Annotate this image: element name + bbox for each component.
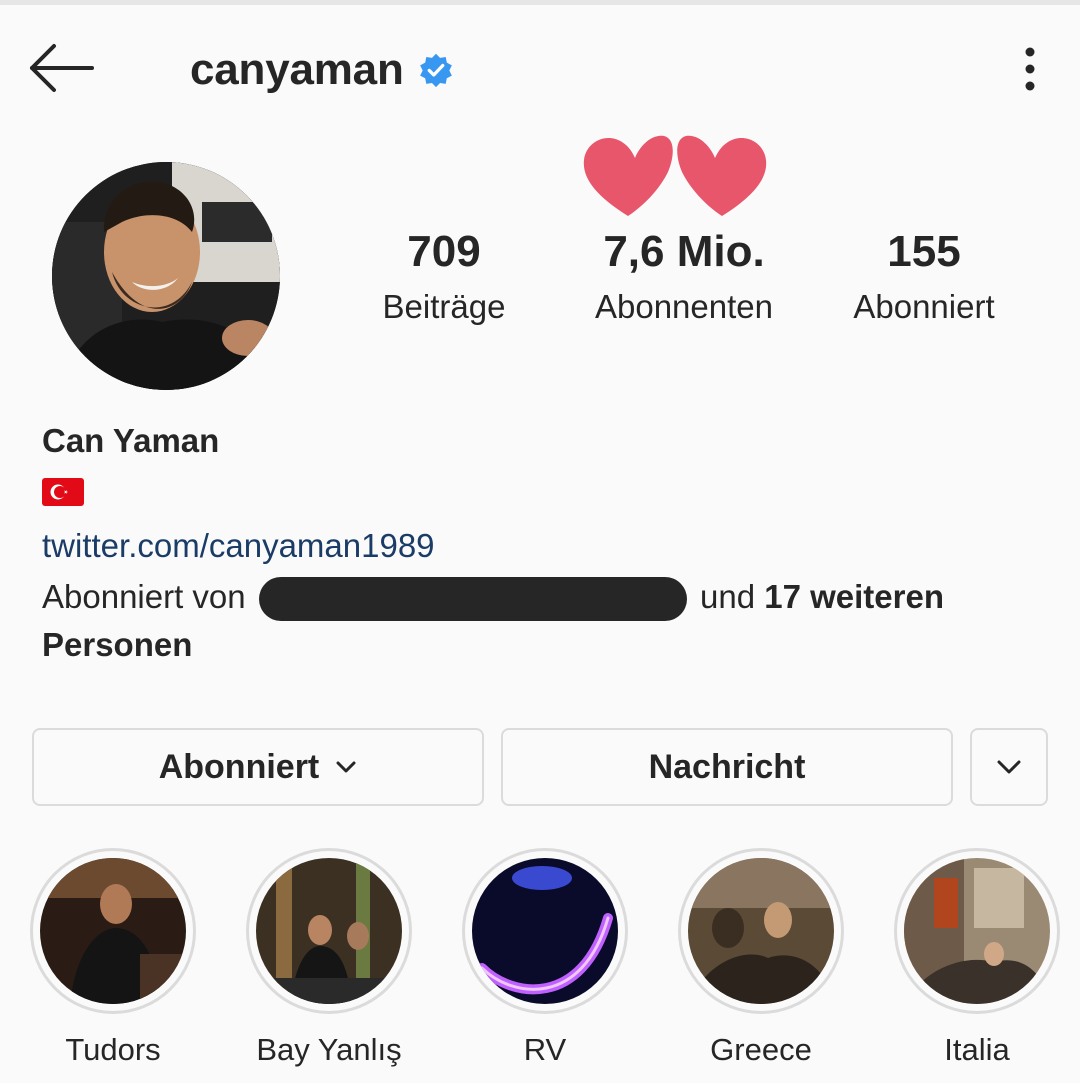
- bio-link[interactable]: twitter.com/canyaman1989: [42, 523, 1042, 569]
- highlight-label: Italia: [944, 1032, 1010, 1067]
- highlight-cover: [40, 858, 186, 1004]
- followed-by-prefix: Abonniert von: [42, 578, 246, 615]
- back-arrow-icon[interactable]: [24, 38, 100, 98]
- stat-posts-label: Beiträge: [382, 288, 506, 325]
- following-button-label: Abonniert: [158, 747, 320, 786]
- stat-following[interactable]: 155 Abonniert: [834, 222, 1014, 332]
- highlight-cover: [904, 858, 1050, 1004]
- followed-by-text[interactable]: Abonniert von und 17 weiteren Personen: [42, 573, 1032, 669]
- redacted-usernames: [258, 577, 687, 622]
- highlight-cover: [472, 858, 618, 1004]
- highlight-ring: [30, 848, 196, 1014]
- highlight-item[interactable]: Italia: [887, 848, 1067, 1070]
- highlight-label: Tudors: [65, 1032, 161, 1067]
- turkey-flag-icon: [42, 478, 84, 506]
- username: canyaman: [190, 45, 404, 94]
- more-options-icon[interactable]: [1010, 44, 1050, 94]
- stat-posts-value: 709: [407, 227, 481, 276]
- highlight-item[interactable]: Greece: [671, 848, 851, 1070]
- stat-followers-label: Abonnenten: [594, 288, 773, 325]
- following-button[interactable]: Abonniert: [32, 728, 484, 806]
- profile-page: canyaman 709 Beiträge 7,6 Mio. Abonnente…: [0, 0, 1080, 1083]
- top-bar: canyaman: [0, 0, 1080, 140]
- full-name: Can Yaman: [42, 422, 220, 459]
- profile-stats: 709 Beiträge 7,6 Mio. Abonnenten 155 Abo…: [330, 222, 1050, 342]
- avatar-photo: [52, 162, 280, 390]
- highlight-label: RV: [523, 1032, 567, 1067]
- highlight-item[interactable]: Bay Yanlış: [239, 848, 419, 1070]
- stat-following-value: 155: [887, 227, 961, 276]
- highlight-label: Greece: [710, 1032, 812, 1067]
- message-button[interactable]: Nachricht: [501, 728, 953, 806]
- followed-by-middle: und: [699, 578, 756, 615]
- highlight-item[interactable]: Tudors: [23, 848, 203, 1070]
- highlight-label: Bay Yanlış: [256, 1032, 402, 1067]
- highlight-cover: [688, 858, 834, 1004]
- chevron-down-icon: [997, 760, 1021, 774]
- highlight-cover: [256, 858, 402, 1004]
- highlight-item[interactable]: RV: [455, 848, 635, 1070]
- stat-followers[interactable]: 7,6 Mio. Abonnenten: [574, 222, 794, 332]
- story-highlights: Tudors Bay Yanlış RV Greece Italia: [0, 848, 1080, 1083]
- highlight-ring: [246, 848, 412, 1014]
- stat-following-label: Abonniert: [853, 288, 995, 325]
- profile-avatar[interactable]: [52, 162, 280, 390]
- status-strip: [0, 0, 1080, 5]
- profile-bio: Can Yaman twitter.com/canyaman1989 Abonn…: [42, 418, 1042, 669]
- stat-posts[interactable]: 709 Beiträge: [364, 222, 524, 332]
- chevron-down-icon: [336, 761, 356, 773]
- stat-followers-value: 7,6 Mio.: [603, 227, 765, 276]
- highlight-ring: [894, 848, 1060, 1014]
- suggested-dropdown-button[interactable]: [970, 728, 1048, 806]
- verified-badge-icon: [419, 53, 452, 88]
- highlight-ring: [678, 848, 844, 1014]
- highlight-ring: [462, 848, 628, 1014]
- hearts-icon: [583, 135, 767, 216]
- message-button-label: Nachricht: [648, 747, 806, 786]
- username-title: canyaman: [190, 38, 454, 102]
